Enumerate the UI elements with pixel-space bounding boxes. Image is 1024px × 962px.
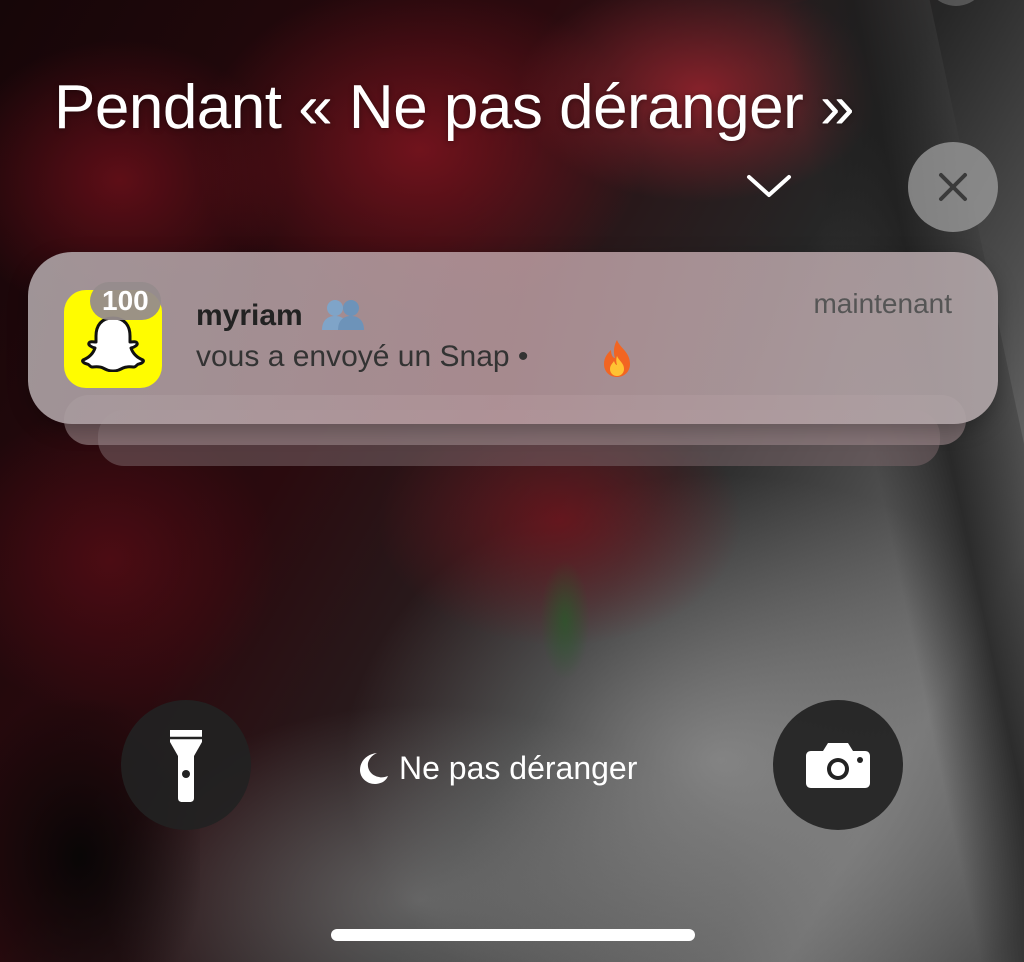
focus-status-label: Ne pas déranger bbox=[399, 749, 638, 786]
notification-count-badge: 100 bbox=[90, 282, 161, 320]
close-icon bbox=[939, 173, 967, 201]
notification-timestamp: maintenant bbox=[813, 288, 952, 319]
chevron-down-icon bbox=[747, 175, 791, 197]
notification-sender: myriam bbox=[196, 299, 303, 332]
camera-icon bbox=[806, 743, 870, 788]
notification-message: vous a envoyé un Snap • bbox=[196, 340, 529, 373]
camera-button[interactable] bbox=[773, 700, 903, 830]
notification-card[interactable]: 100 myriam maintenant vous a envoyé un S… bbox=[28, 252, 998, 424]
fire-icon bbox=[598, 338, 636, 383]
collapse-button[interactable] bbox=[745, 168, 793, 204]
focus-status[interactable]: Ne pas déranger bbox=[357, 748, 637, 788]
moon-icon bbox=[360, 753, 388, 784]
flashlight-button[interactable] bbox=[121, 700, 251, 830]
focus-section-title: Pendant « Ne pas déranger » bbox=[54, 73, 854, 142]
flashlight-icon bbox=[170, 730, 202, 802]
home-indicator[interactable] bbox=[331, 929, 695, 941]
friends-icon bbox=[320, 298, 366, 337]
snapchat-ghost-icon bbox=[81, 316, 145, 372]
clear-notifications-button[interactable] bbox=[908, 142, 998, 232]
